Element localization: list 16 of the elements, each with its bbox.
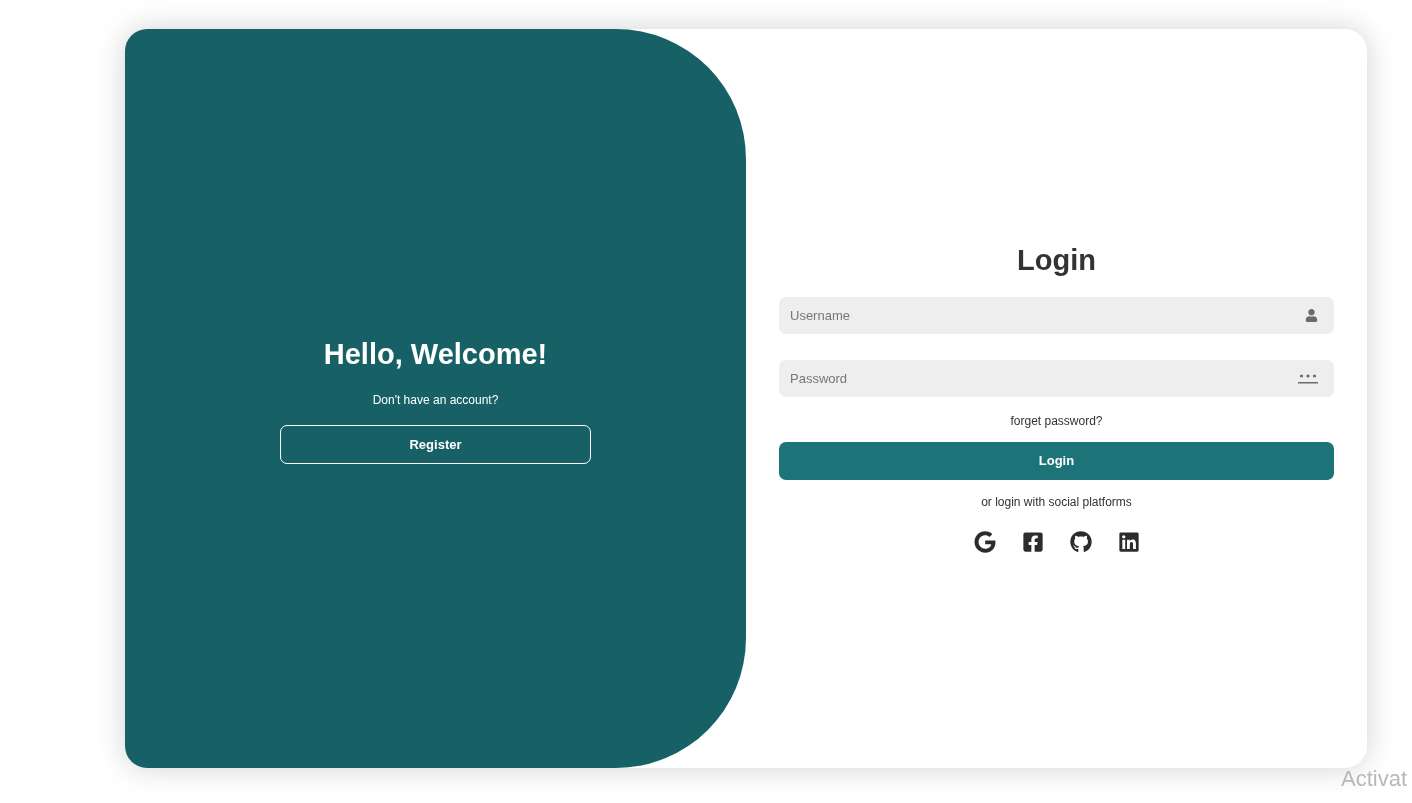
register-button[interactable]: Register <box>280 424 591 464</box>
social-caption: or login with social platforms <box>981 493 1132 511</box>
login-button[interactable]: Login <box>779 441 1334 480</box>
input-field[interactable]: Password <box>779 359 1334 397</box>
password-icon <box>1298 372 1318 384</box>
welcome-title: Hello, Welcome! <box>323 337 548 373</box>
welcome-subtitle: Don't have an account? <box>372 391 499 409</box>
google-icon[interactable] <box>973 530 996 553</box>
user-icon <box>1305 308 1318 322</box>
github-icon[interactable] <box>1069 530 1092 553</box>
forgot-password-link[interactable]: forget password? <box>1010 411 1103 430</box>
input-field[interactable]: Username <box>779 296 1334 334</box>
activation-notice: Activat <box>1341 765 1408 793</box>
facebook-icon[interactable] <box>1021 530 1044 553</box>
linkedin-icon[interactable] <box>1117 530 1140 553</box>
login-title: Login <box>1017 243 1096 278</box>
